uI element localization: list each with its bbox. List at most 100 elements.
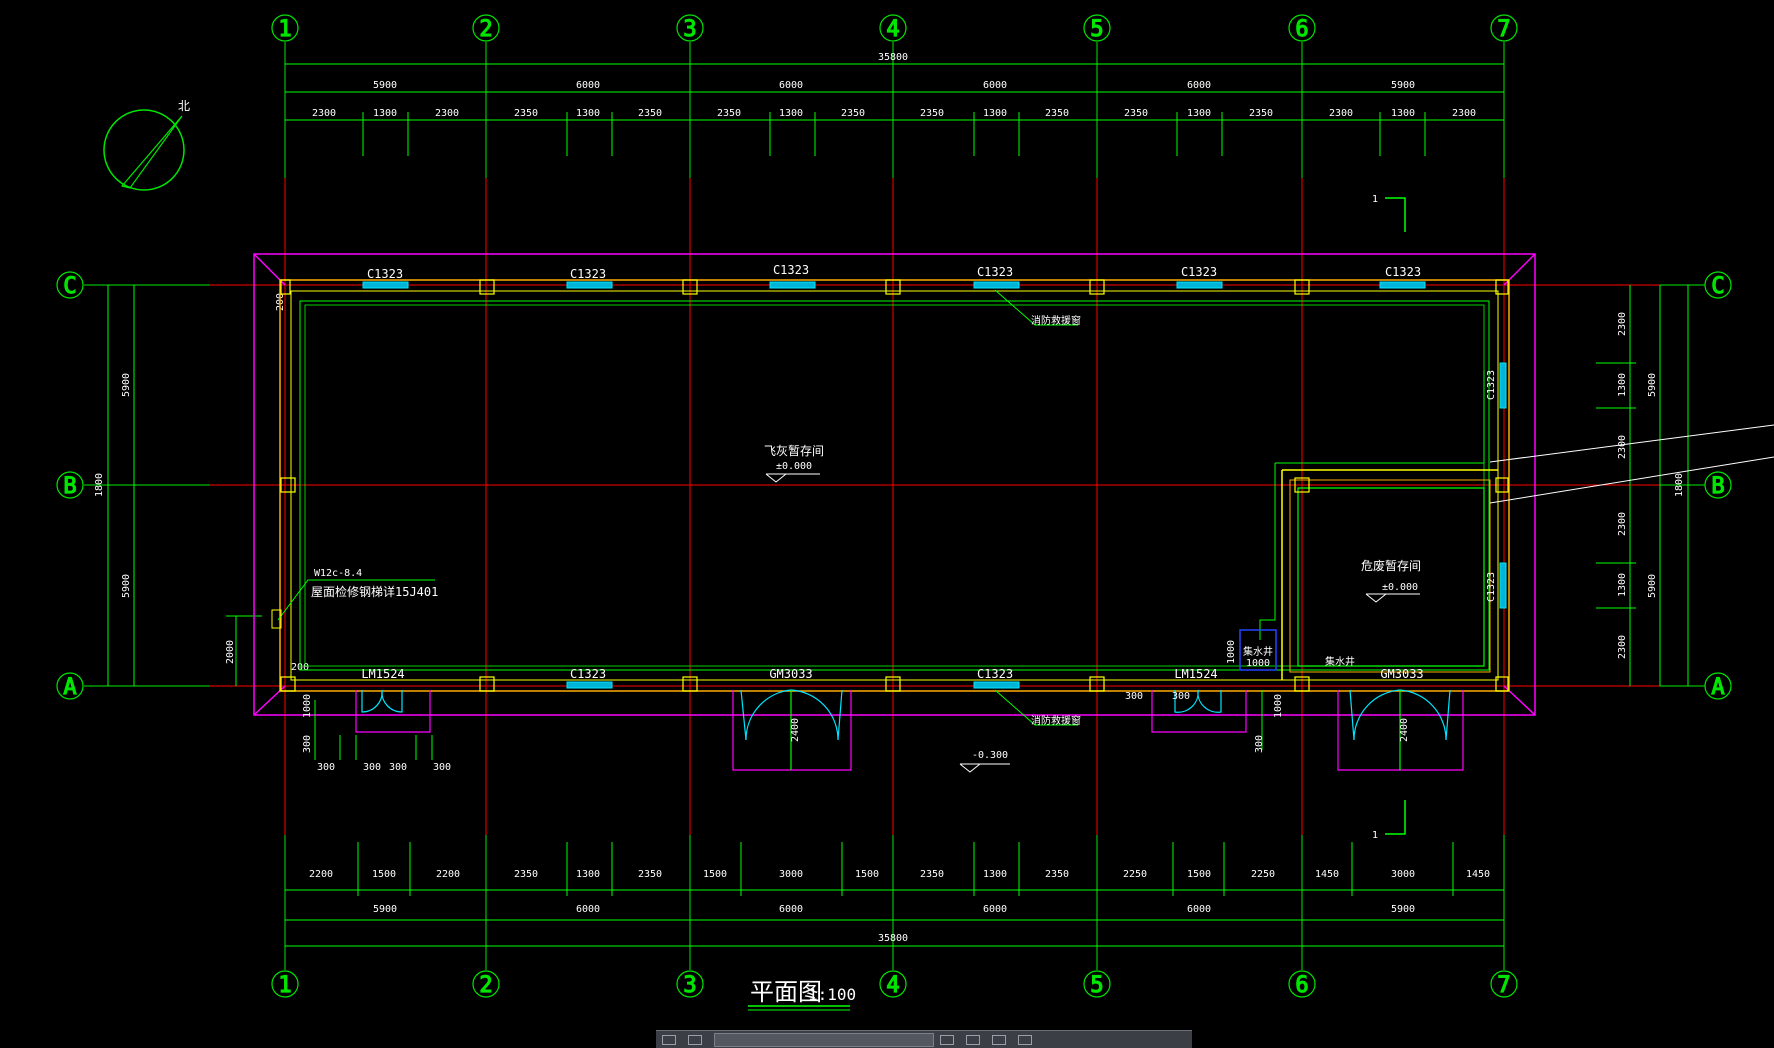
dim-text: 6000 bbox=[779, 80, 803, 91]
grid-label: 3 bbox=[683, 17, 696, 42]
grid-bubble-top-6: 6 bbox=[1288, 14, 1316, 43]
north-label: 北 bbox=[178, 99, 190, 113]
dim-text: 1300 bbox=[983, 869, 1007, 880]
document-tab[interactable] bbox=[714, 1032, 934, 1047]
grid-label: B bbox=[63, 474, 76, 499]
note-text: 1000 bbox=[1226, 640, 1237, 664]
dim-text: 5900 bbox=[373, 80, 397, 91]
toolbar-button[interactable] bbox=[992, 1034, 1006, 1045]
grid-bubble-top-7: 7 bbox=[1490, 14, 1518, 43]
dim-text: 6000 bbox=[1187, 904, 1211, 915]
room-level: ±0.000 bbox=[776, 461, 812, 472]
dim-text: 300 bbox=[1172, 691, 1190, 702]
toolbar-button[interactable] bbox=[688, 1034, 702, 1045]
bottom-toolbar[interactable] bbox=[656, 1030, 1192, 1048]
grid-label: C bbox=[63, 274, 76, 299]
note-text: 消防救援窗 bbox=[1031, 314, 1081, 327]
grid-bubble-top-3: 3 bbox=[676, 14, 704, 43]
note-text: 集水井 bbox=[1325, 655, 1355, 668]
room-name: 危废暂存间 bbox=[1361, 558, 1421, 573]
scale-text: 1:100 bbox=[808, 985, 856, 1004]
grid-label: 7 bbox=[1497, 973, 1510, 998]
dim-text: 2250 bbox=[1123, 869, 1147, 880]
grid-label: 2 bbox=[479, 973, 492, 998]
dim-text: 2300 bbox=[1617, 635, 1628, 659]
level-text: -0.300 bbox=[972, 750, 1008, 761]
dim-text: 2300 bbox=[1617, 512, 1628, 536]
dim-text: 1500 bbox=[372, 869, 396, 880]
annotation-notes: 消防救援窗 消防救援窗 W12c-8.4 屋面检修钢梯详15J401 集水井 集… bbox=[271, 289, 1355, 727]
grid-label: 4 bbox=[886, 973, 899, 998]
cad-drawing-canvas[interactable]: 1 2 3 4 5 6 7 1 2 3 4 5 6 7 C B A C B A bbox=[0, 0, 1774, 1047]
grid-label: 5 bbox=[1090, 17, 1103, 42]
dim-text: 6000 bbox=[983, 80, 1007, 91]
door-label: GM3033 bbox=[1380, 667, 1423, 681]
dim-text: 1300 bbox=[576, 108, 600, 119]
dim-text: 6000 bbox=[779, 904, 803, 915]
dim-text: 1500 bbox=[855, 869, 879, 880]
dim-text: 2000 bbox=[225, 640, 236, 664]
dim-text: 2350 bbox=[717, 108, 741, 119]
toolbar-button[interactable] bbox=[966, 1034, 980, 1045]
toolbar-button[interactable] bbox=[662, 1034, 676, 1045]
grid-bubble-bottom-4: 4 bbox=[879, 970, 907, 999]
grid-bubble-bottom-7: 7 bbox=[1490, 970, 1518, 999]
dim-text: 2300 bbox=[1452, 108, 1476, 119]
door-dim-lines bbox=[314, 690, 1263, 760]
dim-text: 2350 bbox=[920, 108, 944, 119]
dim-text: 300 bbox=[363, 762, 381, 773]
dim-text: 1300 bbox=[1617, 573, 1628, 597]
grid-label: 1 bbox=[278, 17, 291, 42]
dim-text: 1450 bbox=[1315, 869, 1339, 880]
overall-dim-bottom: 35800 bbox=[878, 933, 908, 944]
dim-text: 6000 bbox=[576, 904, 600, 915]
grid-label: 3 bbox=[683, 973, 696, 998]
north-arrow-circle bbox=[103, 109, 185, 191]
note-text: 消防救援窗 bbox=[1031, 714, 1081, 727]
dim-text: 2300 bbox=[1617, 435, 1628, 459]
note-text: 集水井 bbox=[1243, 645, 1273, 658]
leader-lines bbox=[1489, 424, 1774, 504]
toolbar-button[interactable] bbox=[940, 1034, 954, 1045]
room-name: 飞灰暂存间 bbox=[764, 444, 824, 458]
top-dimensions bbox=[285, 63, 1504, 156]
toolbar-button[interactable] bbox=[1018, 1034, 1032, 1045]
windows-bottom bbox=[566, 362, 1507, 689]
dim-text: 2300 bbox=[435, 108, 459, 119]
grid-label: 2 bbox=[479, 17, 492, 42]
dim-text: 2400 bbox=[1399, 718, 1410, 742]
dim-text: 2300 bbox=[312, 108, 336, 119]
dim-text: 6000 bbox=[983, 904, 1007, 915]
dim-text: 2350 bbox=[1249, 108, 1273, 119]
window-label: C1323 bbox=[1181, 265, 1217, 279]
drawing-title: 平面图 1:100 bbox=[748, 978, 856, 1011]
dim-text: 1500 bbox=[703, 869, 727, 880]
note-text: 屋面检修钢梯详15J401 bbox=[311, 584, 438, 599]
dim-text: 300 bbox=[433, 762, 451, 773]
dim-text: 1000 bbox=[302, 694, 313, 718]
grid-label: 4 bbox=[886, 17, 899, 42]
door-label: LM1524 bbox=[361, 667, 404, 681]
grid-bubble-left-C: C bbox=[56, 271, 84, 300]
dim-text: 2350 bbox=[920, 869, 944, 880]
note-text: 1000 bbox=[1246, 658, 1270, 669]
grid-bubbles: 1 2 3 4 5 6 7 1 2 3 4 5 6 7 C B A C B A bbox=[56, 14, 1732, 999]
grid-label: B bbox=[1711, 474, 1724, 499]
grid-label: 1 bbox=[278, 973, 291, 998]
dim-text: 6000 bbox=[1187, 80, 1211, 91]
outside-level-mark: -0.300 bbox=[959, 750, 1010, 773]
dim-text: 1300 bbox=[373, 108, 397, 119]
detail-dims-top: 2300 1300 2300 2350 1300 2350 2350 1300 … bbox=[312, 108, 1476, 119]
grid-bubble-left-A: A bbox=[56, 672, 84, 701]
grid-label: C bbox=[1711, 274, 1724, 299]
dim-text: 5900 bbox=[1647, 574, 1658, 598]
grid-bubble-right-A: A bbox=[1704, 672, 1732, 701]
north-arrow: 北 bbox=[103, 99, 190, 191]
grid-bubble-right-B: B bbox=[1704, 471, 1732, 500]
dim-text: 300 bbox=[1125, 691, 1143, 702]
window-labels-top: C1323 C1323 C1323 C1323 C1323 C1323 bbox=[367, 263, 1421, 281]
dim-text: 2350 bbox=[1045, 108, 1069, 119]
grid-label: 6 bbox=[1295, 17, 1308, 42]
window-label: C1323 bbox=[1486, 572, 1497, 602]
grid-bubble-bottom-5: 5 bbox=[1083, 970, 1111, 999]
